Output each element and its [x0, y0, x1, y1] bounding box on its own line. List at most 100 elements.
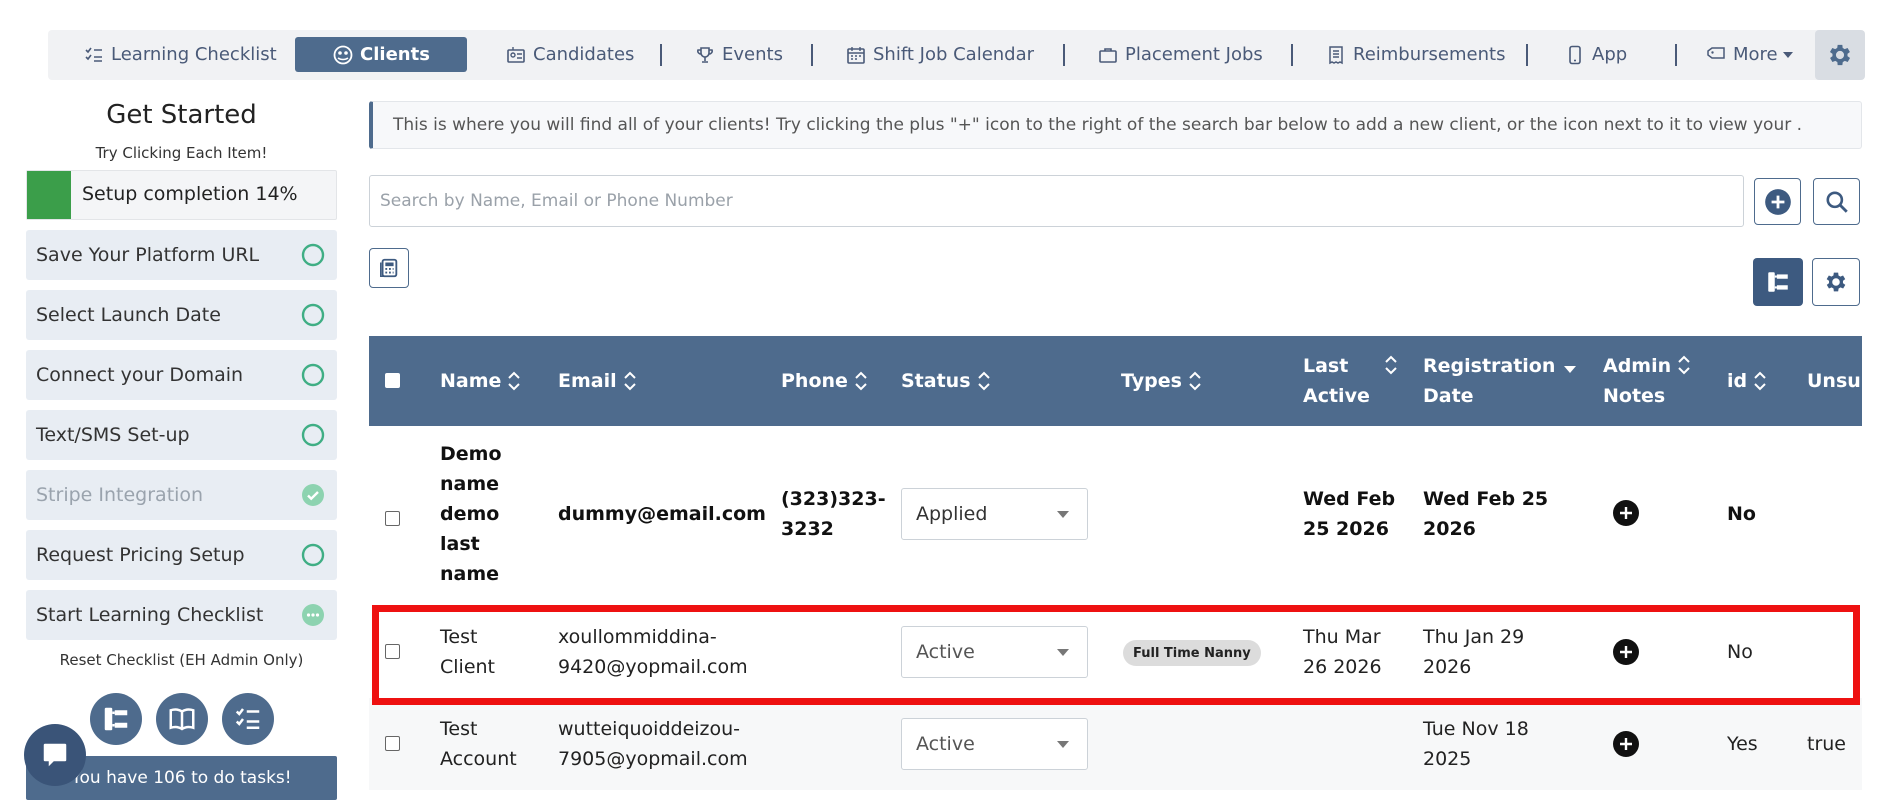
chat-button[interactable]: [24, 724, 86, 786]
client-name[interactable]: Test Account: [440, 714, 517, 774]
column-header-email[interactable]: Email: [558, 336, 637, 426]
add-admin-note-button[interactable]: [1613, 639, 1639, 665]
select-all-checkbox[interactable]: [385, 373, 400, 388]
calculator-button[interactable]: [369, 248, 409, 288]
column-header-status[interactable]: Status: [901, 336, 991, 426]
caret-down-icon: [1057, 649, 1069, 656]
org-chart-button[interactable]: [90, 693, 142, 745]
column-header-phone[interactable]: Phone: [781, 336, 868, 426]
candidates-icon: [505, 44, 527, 66]
table-row[interactable]: Test Client xoullommiddina- 9420@yopmail…: [369, 606, 1862, 698]
nav-events[interactable]: Events: [694, 37, 783, 72]
checklist-button[interactable]: [222, 693, 274, 745]
nav-label: Shift Job Calendar: [873, 44, 1035, 65]
progress-label: Setup completion 14%: [82, 183, 298, 205]
phone-icon: [1564, 44, 1586, 66]
nav-divider: [1063, 44, 1065, 66]
task-text-sms-setup[interactable]: Text/SMS Set-up: [26, 410, 337, 460]
pending-circle-icon: [301, 363, 325, 387]
status-dropdown[interactable]: Applied: [901, 488, 1088, 540]
status-dropdown[interactable]: Active: [901, 718, 1088, 770]
task-start-learning-checklist[interactable]: Start Learning Checklist: [26, 590, 337, 640]
column-header-id[interactable]: id: [1727, 336, 1767, 426]
task-label: Start Learning Checklist: [36, 604, 264, 626]
row-checkbox[interactable]: [385, 644, 400, 659]
column-header-name[interactable]: Name: [440, 336, 521, 426]
client-name[interactable]: Test Client: [440, 622, 495, 682]
table-settings-button[interactable]: [1812, 258, 1860, 306]
row-checkbox[interactable]: [385, 511, 400, 526]
date-line: Thu Jan 29: [1423, 626, 1525, 648]
plus-icon: [1620, 507, 1632, 519]
nav-learning-checklist[interactable]: Learning Checklist: [83, 37, 277, 72]
reset-checklist-link[interactable]: Reset Checklist (EH Admin Only): [26, 651, 337, 669]
nav-clients[interactable]: Clients: [295, 37, 467, 72]
search-button[interactable]: [1813, 178, 1860, 225]
nav-placement-jobs[interactable]: Placement Jobs: [1097, 37, 1263, 72]
task-label: Save Your Platform URL: [36, 244, 260, 266]
header-label: Date: [1423, 385, 1474, 407]
settings-button[interactable]: [1815, 30, 1865, 80]
last-active: Wed Feb 25 2026: [1303, 484, 1395, 544]
registration-date: Tue Nov 18 2025: [1423, 714, 1529, 774]
column-header-unsubscribed[interactable]: Unsubs: [1807, 336, 1862, 426]
column-header-types[interactable]: Types: [1121, 336, 1202, 426]
nav-candidates[interactable]: Candidates: [505, 37, 634, 72]
registration-date: Wed Feb 25 2026: [1423, 484, 1548, 544]
phone-line: 3232: [781, 518, 834, 540]
table-row[interactable]: Test Account wutteiquoiddeizou- 7905@yop…: [369, 698, 1862, 790]
header-label: Phone: [781, 370, 848, 392]
nav-divider: [1675, 44, 1677, 66]
task-label: Stripe Integration: [36, 484, 204, 506]
task-select-launch-date[interactable]: Select Launch Date: [26, 290, 337, 340]
nav-label: Placement Jobs: [1125, 44, 1263, 65]
calendar-icon: [845, 44, 867, 66]
name-line: name: [440, 473, 500, 495]
client-unsubscribed: true: [1807, 733, 1846, 755]
task-label: Text/SMS Set-up: [36, 424, 190, 446]
status-value: Applied: [916, 503, 988, 525]
org-chart-icon: [104, 707, 128, 731]
header-label-stack: Last Active: [1303, 351, 1370, 411]
client-email: xoullommiddina- 9420@yopmail.com: [558, 622, 748, 682]
nav-more-dropdown[interactable]: More: [1705, 37, 1793, 72]
table-row[interactable]: Demo name demo last name dummy@email.com…: [369, 426, 1862, 606]
column-header-registration-date[interactable]: Registration Date: [1423, 336, 1577, 426]
date-line: Wed Feb: [1303, 488, 1396, 510]
header-label: Admin: [1603, 355, 1672, 377]
task-request-pricing-setup[interactable]: Request Pricing Setup: [26, 530, 337, 580]
search-input[interactable]: [369, 175, 1744, 227]
task-connect-domain[interactable]: Connect your Domain: [26, 350, 337, 400]
name-line: Demo: [440, 443, 502, 465]
status-value: Active: [916, 733, 975, 755]
hierarchy-view-button[interactable]: [1753, 258, 1803, 306]
nav-label: Candidates: [533, 44, 635, 65]
task-label: Request Pricing Setup: [36, 544, 245, 566]
nav-shift-job-calendar[interactable]: Shift Job Calendar: [845, 37, 1034, 72]
gear-icon: [1826, 272, 1846, 292]
nav-reimbursements[interactable]: Reimbursements: [1325, 37, 1505, 72]
status-dropdown[interactable]: Active: [901, 626, 1088, 678]
learning-book-button[interactable]: [156, 693, 208, 745]
setup-progress-bar: Setup completion 14%: [26, 170, 337, 220]
last-active: Thu Mar 26 2026: [1303, 622, 1382, 682]
checklist-icon: [235, 708, 260, 729]
header-label: id: [1727, 370, 1748, 392]
task-stripe-integration[interactable]: Stripe Integration: [26, 470, 337, 520]
row-checkbox[interactable]: [385, 736, 400, 751]
add-admin-note-button[interactable]: [1613, 731, 1639, 757]
task-save-platform-url[interactable]: Save Your Platform URL: [26, 230, 337, 280]
column-header-last-active[interactable]: Last Active: [1303, 336, 1398, 426]
task-label: Connect your Domain: [36, 364, 244, 386]
check-circle-icon: [302, 484, 324, 506]
nav-app[interactable]: App: [1564, 37, 1627, 72]
client-name[interactable]: Demo name demo last name: [440, 439, 540, 589]
sort-icon: [1188, 370, 1202, 392]
sort-icon: [623, 370, 637, 392]
client-phone: (323)323- 3232: [781, 484, 886, 544]
column-header-admin-notes[interactable]: Admin Notes: [1603, 336, 1691, 426]
date-line: 2026: [1423, 656, 1472, 678]
sort-desc-icon: [1563, 364, 1577, 374]
add-client-button[interactable]: [1754, 178, 1801, 225]
add-admin-note-button[interactable]: [1613, 500, 1639, 526]
